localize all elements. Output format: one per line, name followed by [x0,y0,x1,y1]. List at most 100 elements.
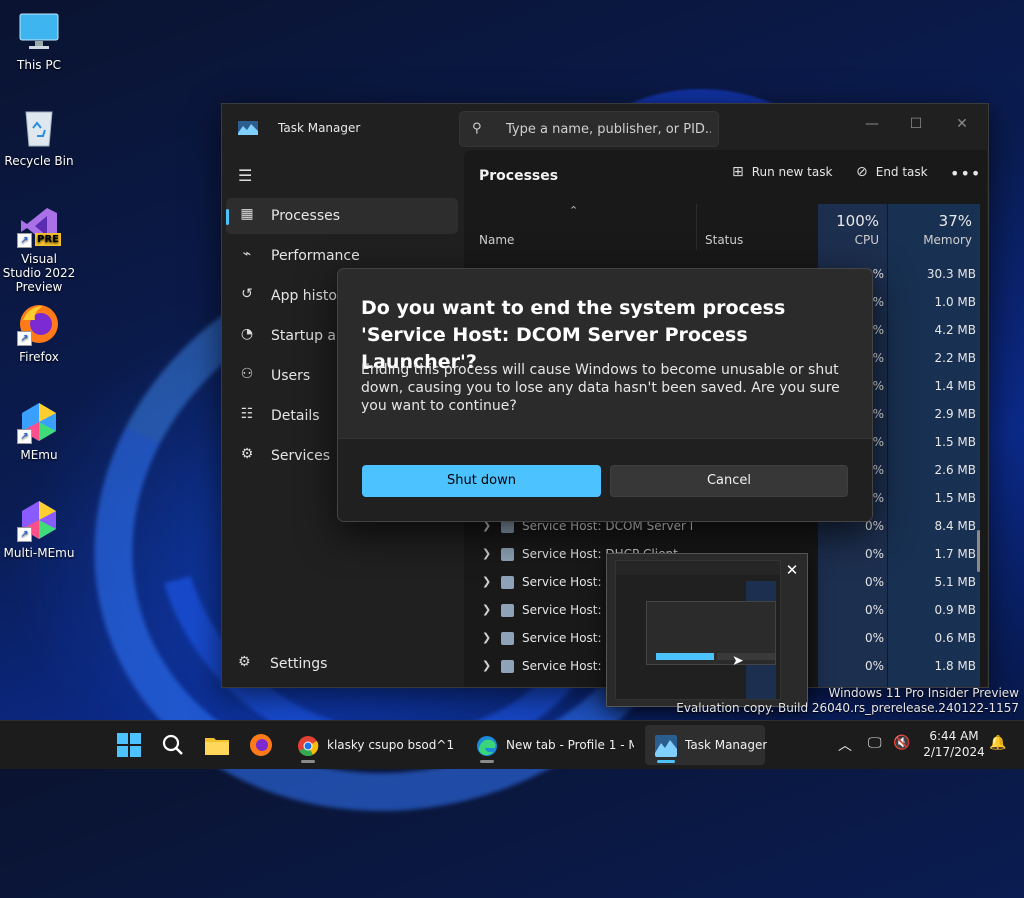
expand-chevron-icon[interactable]: ❯ [482,631,491,644]
column-header-cpu[interactable]: 100% CPU [818,204,887,250]
cpu-value: 0% [864,603,884,617]
desktop-icon-label: Visual Studio 2022 Preview [2,252,76,294]
desktop-icon-firefox[interactable]: ↗ Firefox [2,302,76,364]
expand-chevron-icon[interactable]: ❯ [482,547,491,560]
firefox-icon [250,734,272,756]
thumbnail-close-button[interactable]: ✕ [781,560,803,580]
firefox-icon: ↗ [17,302,61,346]
column-header-memory[interactable]: 37% Memory [888,204,980,250]
desktop-icon-label: This PC [17,58,61,72]
mini-secondary-button [717,653,775,660]
running-indicator [301,760,315,763]
page-title: Processes [479,168,559,184]
system-clock[interactable]: 6:44 AM 2/17/2024 [920,728,988,760]
desktop-icon-memu[interactable]: ↗ MEmu [2,400,76,462]
run-new-task-button[interactable]: ⊞ Run new task [732,164,832,188]
shut-down-button[interactable]: Shut down [362,465,601,497]
expand-chevron-icon[interactable]: ❯ [482,659,491,672]
nav-item-label: Processes [271,208,341,224]
cancel-button[interactable]: Cancel [610,465,848,497]
desktop-icon-visual-studio[interactable]: PRE ↗ Visual Studio 2022 Preview [2,204,76,294]
column-label: Name [479,233,515,247]
column-label: Status [705,233,744,247]
minimize-button[interactable]: — [850,109,894,139]
dialog-message: Ending this process will cause Windows t… [361,362,840,414]
taskbar-app-label: klasky csupo bsod^17 - [327,738,455,752]
run-task-icon: ⊞ [732,164,744,180]
hamburger-menu-icon[interactable]: ☰ [238,166,252,185]
expand-chevron-icon[interactable]: ❯ [482,603,491,616]
maximize-button[interactable]: ☐ [894,109,938,139]
taskbar-thumbnail-preview[interactable]: ➤ ✕ [606,553,808,707]
nav-item-label: Services [271,448,331,464]
memory-value: 1.0 MB [934,295,976,309]
shortcut-arrow-icon: ↗ [17,527,32,542]
shortcut-arrow-icon: ↗ [17,233,32,248]
more-options-icon[interactable]: ••• [950,164,981,183]
notification-bell-icon[interactable]: 🔔 [989,735,1006,751]
taskbar: klasky csupo bsod^17 - New tab - Profile… [0,720,1024,769]
search-icon: ⚲ [472,121,482,136]
nav-item-label: Details [271,408,320,424]
cpu-value: 0% [864,631,884,645]
cpu-total: 100% [836,212,879,230]
mini-title-bar [616,561,780,575]
end-task-button[interactable]: ⊘ End task [856,164,928,188]
watermark-line-1: Windows 11 Pro Insider Preview [828,686,1019,700]
search-input[interactable] [504,118,713,140]
desktop-icon-this-pc[interactable]: This PC [2,10,76,72]
scrollbar-thumb[interactable] [977,530,980,572]
close-button[interactable]: ✕ [940,109,984,139]
column-header-name[interactable]: Name [479,204,694,250]
taskbar-app-edge[interactable]: New tab - Profile 1 - Mic [466,725,638,765]
memu-icon: ↗ [17,400,61,444]
search-button[interactable] [157,725,189,765]
performance-icon: ⌁ [242,246,252,262]
expand-chevron-icon[interactable]: ❯ [482,575,491,588]
start-button[interactable] [113,725,145,765]
column-header-status[interactable]: Status [696,204,818,250]
taskbar-app-chrome[interactable]: klasky csupo bsod^17 - [287,725,459,765]
memory-value: 1.5 MB [934,491,976,505]
show-hidden-icons-chevron-icon[interactable]: ︿ [838,735,852,755]
folder-icon [205,738,229,755]
memory-value: 1.5 MB [934,435,976,449]
process-icon [501,604,514,617]
firefox-taskbar-button[interactable] [245,725,277,765]
memory-value: 4.2 MB [934,323,976,337]
process-icon [501,576,514,589]
process-icon [501,632,514,645]
window-title: Task Manager [278,121,361,135]
mouse-cursor-icon: ➤ [732,653,744,669]
network-icon[interactable]: 🖵 [868,735,882,751]
volume-muted-icon[interactable]: 🔇 [893,735,910,751]
visual-studio-icon: PRE ↗ [17,204,61,248]
multi-memu-icon: ↗ [17,498,61,542]
mini-primary-button [656,653,714,660]
shortcut-arrow-icon: ↗ [17,429,32,444]
file-explorer-button[interactable] [201,725,233,765]
nav-item-processes[interactable]: ▦ Processes [226,198,458,234]
memory-value: 0.9 MB [934,603,976,617]
column-label: Memory [923,233,972,247]
settings-gear-icon: ⚙ [238,654,251,670]
search-box[interactable]: ⚲ [459,111,719,147]
desktop-icon-label: Firefox [19,350,59,364]
taskbar-app-task-manager[interactable]: Task Manager [645,725,768,765]
mini-sidebar [616,575,644,699]
desktop-icon-label: Recycle Bin [4,154,74,168]
end-task-icon: ⊘ [856,164,868,180]
task-manager-logo-icon [238,121,258,135]
recycle-bin-icon [17,106,61,150]
task-manager-icon [655,735,677,757]
nav-item-label: Users [271,368,311,384]
memory-value: 2.2 MB [934,351,976,365]
taskbar-app-label: Task Manager [685,738,768,752]
process-icon [501,548,514,561]
desktop-icon-recycle-bin[interactable]: Recycle Bin [2,106,76,168]
clock-date: 2/17/2024 [923,745,985,759]
running-indicator [480,760,494,763]
memory-value: 2.9 MB [934,407,976,421]
desktop-icon-multi-memu[interactable]: ↗ Multi-MEmu [2,498,76,560]
title-bar[interactable]: Task Manager ⚲ — ☐ ✕ [222,104,988,150]
